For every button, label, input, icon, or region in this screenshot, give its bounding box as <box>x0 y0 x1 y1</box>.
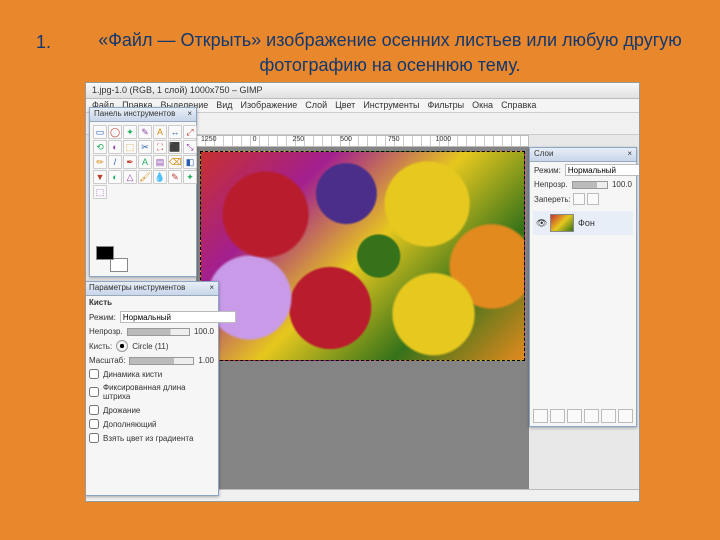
opacity-slider[interactable] <box>127 328 190 336</box>
tool-button[interactable]: 🖌 <box>138 170 152 184</box>
menu-layer[interactable]: Слой <box>305 100 327 111</box>
tool-button[interactable]: △ <box>123 170 137 184</box>
lock-label: Запереть: <box>534 195 571 204</box>
layers-opacity-value: 100.0 <box>612 180 632 189</box>
tool-button[interactable]: ▤ <box>153 155 167 169</box>
anchor-layer-button[interactable] <box>601 409 616 423</box>
menu-help[interactable]: Справка <box>501 100 536 111</box>
tool-button[interactable]: ⬛ <box>168 140 182 154</box>
tool-button[interactable]: ✒ <box>123 155 137 169</box>
scale-value: 1.00 <box>198 356 214 365</box>
mode-label: Режим: <box>89 313 116 322</box>
opacity-value: 100.0 <box>194 327 214 336</box>
raise-layer-button[interactable] <box>550 409 565 423</box>
brush-label: Кисть: <box>89 342 112 351</box>
layer-thumbnail <box>550 214 574 232</box>
tool-grid: ▭◯✦✎A↔⤢⟲◐⬚✂⛶⬛⤡✏/✒A▤⌫◧▼◐△🖌💧✎✦⬚ <box>90 122 196 202</box>
delete-layer-button[interactable] <box>618 409 633 423</box>
layers-mode-label: Режим: <box>534 166 561 175</box>
brush-preview-icon[interactable] <box>116 340 128 352</box>
dynamics-checkbox[interactable] <box>89 369 99 379</box>
slide-number: 1. <box>36 32 51 53</box>
tool-button[interactable]: ⟲ <box>93 140 107 154</box>
tool-button[interactable]: A <box>153 125 167 139</box>
tool-button[interactable]: ▼ <box>93 170 107 184</box>
menu-image[interactable]: Изображение <box>241 100 298 111</box>
lock-pixels-button[interactable] <box>573 193 585 205</box>
tool-button[interactable]: ▭ <box>93 125 107 139</box>
tool-options-window: Параметры инструментов × Кисть Режим: Не… <box>85 281 219 496</box>
layer-row[interactable]: 👁 Фон <box>533 211 633 235</box>
mode-select[interactable] <box>120 311 236 323</box>
layers-opacity-label: Непрозр. <box>534 180 568 189</box>
toolbox-titlebar[interactable]: Панель инструментов × <box>90 108 196 122</box>
tool-button[interactable]: ✦ <box>183 170 197 184</box>
fixed-checkbox[interactable] <box>89 387 99 397</box>
tool-button[interactable]: ⬚ <box>93 185 107 199</box>
tool-button[interactable]: A <box>138 155 152 169</box>
window-titlebar: 1.jpg-1.0 (RGB, 1 слой) 1000x750 – GIMP <box>86 83 639 99</box>
brush-value: Circle (11) <box>132 342 168 351</box>
tool-button[interactable]: ✏ <box>93 155 107 169</box>
scale-slider[interactable] <box>129 357 194 365</box>
slide-title: «Файл — Открыть» изображение осенних лис… <box>90 28 690 78</box>
tool-button[interactable]: 💧 <box>153 170 167 184</box>
gimp-window: 1.jpg-1.0 (RGB, 1 слой) 1000x750 – GIMP … <box>85 82 640 502</box>
menu-view[interactable]: Вид <box>216 100 232 111</box>
tool-button[interactable]: ✦ <box>123 125 137 139</box>
tool-options-titlebar[interactable]: Параметры инструментов × <box>85 282 218 296</box>
lock-alpha-button[interactable] <box>587 193 599 205</box>
menu-tools[interactable]: Инструменты <box>363 100 419 111</box>
layer-name: Фон <box>578 218 595 228</box>
close-icon[interactable]: × <box>187 109 192 120</box>
tool-button[interactable]: ⤡ <box>183 140 197 154</box>
tool-button[interactable]: ⤢ <box>183 125 197 139</box>
lower-layer-button[interactable] <box>567 409 582 423</box>
duplicate-layer-button[interactable] <box>584 409 599 423</box>
toolbox-window: Панель инструментов × ▭◯✦✎A↔⤢⟲◐⬚✂⛶⬛⤡✏/✒A… <box>89 107 197 277</box>
tool-button[interactable]: ⬚ <box>123 140 137 154</box>
layer-buttons <box>533 409 633 423</box>
tool-button[interactable]: ✎ <box>168 170 182 184</box>
brush-header: Кисть <box>85 296 218 309</box>
tool-button[interactable]: ◧ <box>183 155 197 169</box>
tool-button[interactable]: ◐ <box>108 170 122 184</box>
visibility-icon[interactable]: 👁 <box>536 218 546 229</box>
ruler-horizontal: 1250 0 250 500 750 1000 <box>196 135 529 147</box>
tool-button[interactable]: / <box>108 155 122 169</box>
background-color[interactable] <box>110 258 128 272</box>
tool-button[interactable]: ◐ <box>108 140 122 154</box>
opacity-label: Непрозр. <box>89 327 123 336</box>
tool-button[interactable]: ✂ <box>138 140 152 154</box>
tool-button[interactable]: ⛶ <box>153 140 167 154</box>
layers-opacity-slider[interactable] <box>572 181 608 189</box>
tool-button[interactable]: ⌫ <box>168 155 182 169</box>
jitter-checkbox[interactable] <box>89 405 99 415</box>
incremental-checkbox[interactable] <box>89 419 99 429</box>
layers-mode-select[interactable] <box>565 164 640 176</box>
close-icon[interactable]: × <box>627 149 632 160</box>
color-swatches[interactable] <box>96 246 128 272</box>
image-canvas[interactable] <box>200 151 525 361</box>
menu-filters[interactable]: Фильтры <box>427 100 464 111</box>
menu-windows[interactable]: Окна <box>472 100 493 111</box>
menu-color[interactable]: Цвет <box>335 100 355 111</box>
foreground-color[interactable] <box>96 246 114 260</box>
gradient-checkbox[interactable] <box>89 433 99 443</box>
canvas-area <box>196 147 529 489</box>
layers-titlebar[interactable]: Слои × <box>530 148 636 162</box>
new-layer-button[interactable] <box>533 409 548 423</box>
tool-button[interactable]: ◯ <box>108 125 122 139</box>
close-icon[interactable]: × <box>209 283 214 294</box>
scale-label: Масштаб: <box>89 356 125 365</box>
tool-button[interactable]: ✎ <box>138 125 152 139</box>
layers-window: Слои × Режим: Непрозр. 100.0 Запереть: 👁… <box>529 147 637 427</box>
tool-button[interactable]: ↔ <box>168 125 182 139</box>
